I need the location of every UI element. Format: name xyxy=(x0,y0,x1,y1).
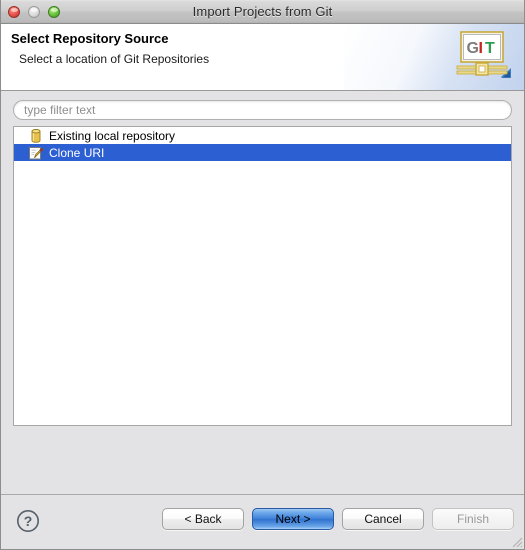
minimize-button-icon[interactable] xyxy=(28,5,40,18)
help-button-label: ? xyxy=(24,513,33,529)
resize-grip-icon[interactable] xyxy=(509,534,523,548)
window-titlebar[interactable]: Import Projects from Git xyxy=(1,0,524,24)
wizard-dialog: Import Projects from Git Select Reposito… xyxy=(0,0,525,550)
svg-text:T: T xyxy=(485,40,495,57)
dialog-footer: ? < Back Next > Cancel Finish xyxy=(1,494,524,549)
cancel-button[interactable]: Cancel xyxy=(342,508,424,530)
wizard-header: Select Repository Source Select a locati… xyxy=(1,24,524,91)
list-item-label: Existing local repository xyxy=(49,128,176,143)
svg-text:G: G xyxy=(467,40,479,57)
back-button[interactable]: < Back xyxy=(162,508,244,530)
list-item[interactable]: Existing local repository xyxy=(14,127,511,144)
repository-source-list[interactable]: Existing local repository Clone URI xyxy=(13,126,512,426)
git-banner-icon: G I T xyxy=(456,31,511,78)
dialog-body: Existing local repository Clone URI xyxy=(1,91,524,494)
zoom-button-icon[interactable] xyxy=(48,5,60,18)
window-controls xyxy=(8,0,60,23)
finish-button: Finish xyxy=(432,508,514,530)
page-title: Select Repository Source xyxy=(11,31,169,46)
window-title: Import Projects from Git xyxy=(192,4,333,19)
close-button-icon[interactable] xyxy=(8,5,20,18)
svg-text:I: I xyxy=(479,40,483,57)
page-subtitle: Select a location of Git Repositories xyxy=(19,52,210,66)
filter-field-wrapper[interactable] xyxy=(13,100,512,120)
repository-icon xyxy=(31,128,41,143)
help-button[interactable]: ? xyxy=(16,509,40,533)
next-button[interactable]: Next > xyxy=(252,508,334,530)
search-input[interactable] xyxy=(24,103,501,117)
clone-uri-icon xyxy=(29,146,44,159)
wizard-button-row: < Back Next > Cancel Finish xyxy=(162,508,514,530)
list-item[interactable]: Clone URI xyxy=(14,144,511,161)
list-item-label: Clone URI xyxy=(49,145,105,160)
